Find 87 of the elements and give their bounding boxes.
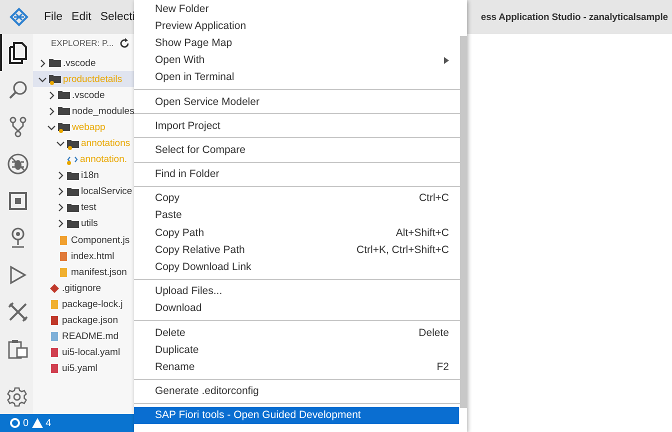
menu-item[interactable]: Copy Relative Path Ctrl+K, Ctrl+Shift+C: [134, 241, 459, 258]
no-bug-icon[interactable]: [6, 152, 28, 174]
tree-item[interactable]: README.md: [33, 328, 134, 345]
refresh-icon[interactable]: [119, 38, 130, 48]
extensions-icon[interactable]: [8, 190, 28, 210]
folder-icon: [58, 105, 70, 118]
menu-item[interactable]: Duplicate: [134, 341, 459, 358]
warning-count: 4: [46, 418, 52, 428]
menu-item[interactable]: Find in Folder: [134, 166, 459, 183]
menu-item[interactable]: Generate .editorconfig: [134, 382, 459, 400]
menu-item[interactable]: Open in Terminal: [134, 68, 459, 86]
menu-item[interactable]: Show Page Map: [134, 34, 459, 52]
menu-item[interactable]: Paste: [134, 206, 459, 224]
file-icon: [58, 250, 69, 262]
folder-icon: [58, 121, 70, 134]
shortcut-text: Alt+Shift+C: [396, 226, 449, 239]
menu-item[interactable]: SAP Fiori tools - Open Guided Development: [134, 406, 459, 424]
explorer-title: EXPLORER: P...: [51, 38, 114, 48]
menu-item[interactable]: Open With: [134, 52, 459, 69]
source-control-icon[interactable]: [8, 116, 26, 138]
shortcut-text: Ctrl+K, Ctrl+Shift+C: [356, 244, 449, 256]
files-icon[interactable]: [8, 42, 28, 64]
run-icon[interactable]: [8, 264, 26, 284]
folder-icon: [67, 170, 79, 182]
chevron-down-icon[interactable]: [38, 74, 47, 84]
submenu-arrow-icon: [444, 56, 449, 64]
settings-icon[interactable]: [6, 386, 28, 408]
folder-icon: [67, 186, 79, 198]
menu-item[interactable]: Upload Files...: [134, 282, 459, 300]
tree-item[interactable]: localService: [33, 184, 134, 200]
clipboard-icon[interactable]: [6, 338, 28, 360]
tree-item[interactable]: node_modules: [33, 103, 134, 120]
menu-item[interactable]: Delete Delete: [134, 324, 459, 342]
shortcut-text: Delete: [418, 326, 449, 339]
pin-icon[interactable]: [8, 226, 26, 248]
menu-item[interactable]: Copy Path Alt+Shift+C: [134, 224, 459, 242]
menu-item[interactable]: Preview Application: [134, 17, 459, 34]
tree-item[interactable]: .gitignore: [33, 280, 134, 296]
menu-item[interactable]: Copy Download Link: [134, 258, 459, 276]
menu-item[interactable]: File: [44, 11, 63, 23]
code-file-icon: [67, 154, 78, 166]
folder-icon: [49, 73, 61, 86]
folder-icon: [67, 202, 79, 214]
tree-item[interactable]: index.html: [33, 248, 134, 264]
menu-item[interactable]: Selecti: [100, 11, 135, 23]
tree-item[interactable]: utils: [33, 216, 134, 232]
tree-item[interactable]: .vscode: [33, 55, 134, 72]
menu-item[interactable]: Copy Ctrl+C: [134, 190, 459, 207]
file-icon: [49, 363, 60, 374]
tree-item[interactable]: .vscode: [33, 87, 134, 104]
window-title: ess Application Studio - zanalyticalsample: [480, 12, 668, 22]
error-count: 0: [23, 418, 29, 428]
file-icon: [58, 234, 69, 246]
folder-icon: [58, 89, 70, 102]
menu-item[interactable]: New Folder: [134, 0, 459, 18]
tree-item[interactable]: package-lock.j: [33, 296, 134, 312]
logo-icon: [9, 7, 29, 27]
shortcut-text: F2: [436, 360, 449, 373]
tools-icon[interactable]: [6, 300, 28, 322]
file-icon: [58, 266, 69, 278]
file-icon: [49, 282, 60, 294]
tree-item[interactable]: ui5-local.yaml: [33, 344, 134, 361]
menu-item[interactable]: Open Service Modeler: [134, 92, 459, 110]
file-icon: [49, 298, 60, 310]
tree-item[interactable]: manifest.json: [33, 264, 134, 280]
folder-icon: [67, 138, 79, 150]
file-icon: [49, 315, 60, 326]
error-icon: [10, 418, 20, 428]
tree-item[interactable]: ui5.yaml: [33, 360, 134, 377]
menu-item[interactable]: Rename F2: [134, 358, 459, 376]
menu-item[interactable]: Select for Compare: [134, 141, 459, 158]
shortcut-text: Ctrl+C: [418, 192, 449, 204]
menu-item[interactable]: Import Project: [134, 117, 459, 134]
chevron-right-icon[interactable]: [38, 58, 47, 68]
menu-item[interactable]: Edit: [72, 11, 92, 23]
folder-icon: [67, 218, 79, 230]
tree-item[interactable]: test: [33, 200, 134, 216]
scrollbar[interactable]: [460, 36, 467, 408]
tree-item[interactable]: package.json: [33, 312, 134, 329]
search-icon[interactable]: [8, 80, 28, 100]
file-icon: [49, 331, 60, 342]
tree-item[interactable]: Component.js: [33, 232, 134, 248]
folder-icon: [49, 57, 61, 70]
tree-item[interactable]: i18n: [33, 168, 134, 184]
warning-icon: [32, 418, 43, 428]
menu-item[interactable]: Download: [134, 300, 459, 317]
file-icon: [49, 347, 60, 358]
